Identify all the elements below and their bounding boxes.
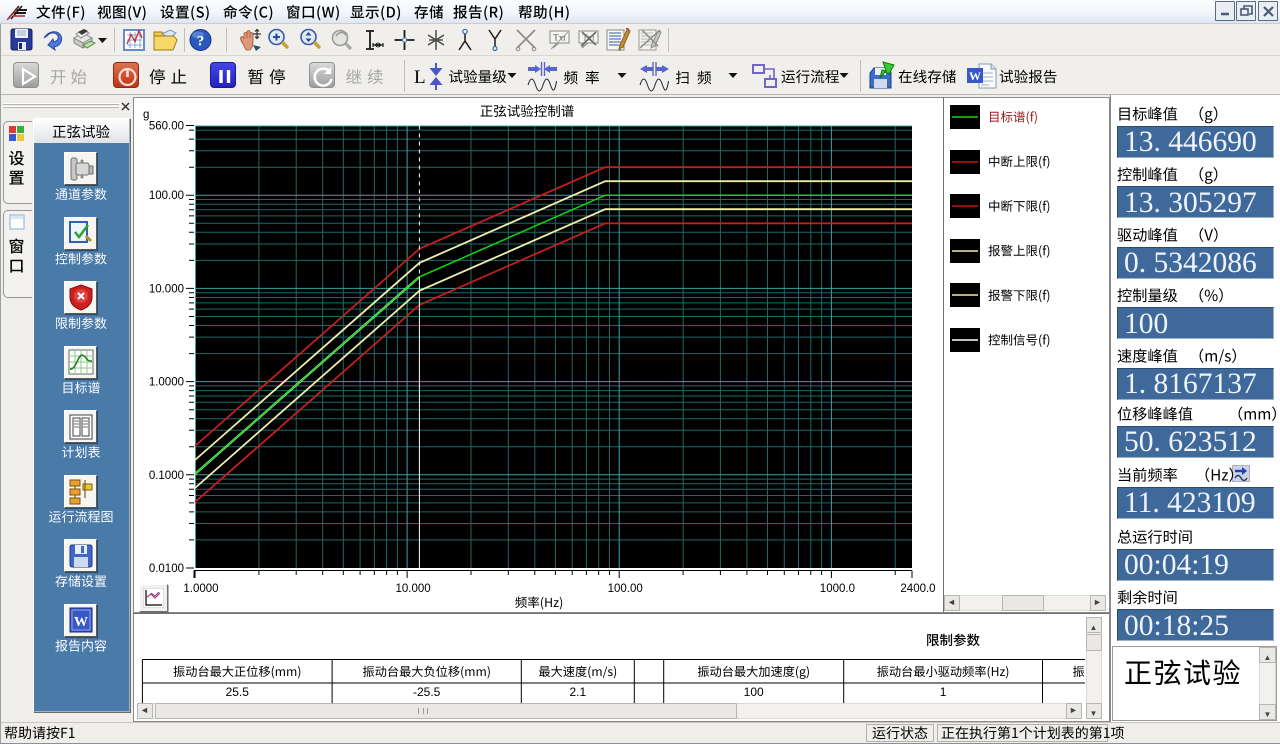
svg-text:0.1000: 0.1000 <box>149 470 184 482</box>
svg-text:1000.0: 1000.0 <box>820 583 855 595</box>
svg-text:1.0000: 1.0000 <box>149 377 184 389</box>
svg-text:2400.0: 2400.0 <box>900 583 935 595</box>
svg-text:1.0000: 1.0000 <box>183 583 218 595</box>
svg-text:Txt: Txt <box>553 33 566 43</box>
svg-text:W: W <box>74 615 88 630</box>
svg-text:10.000: 10.000 <box>396 583 431 595</box>
svg-text:g: g <box>143 109 149 121</box>
svg-text:0.0100: 0.0100 <box>149 563 184 575</box>
svg-text:10.000: 10.000 <box>149 283 184 295</box>
svg-text:100.00: 100.00 <box>608 583 643 595</box>
svg-text:L: L <box>414 67 426 88</box>
svg-text:?: ? <box>197 34 205 50</box>
svg-text:100.00: 100.00 <box>149 190 184 202</box>
svg-text:560.00: 560.00 <box>149 121 184 133</box>
svg-text:W: W <box>969 69 981 83</box>
